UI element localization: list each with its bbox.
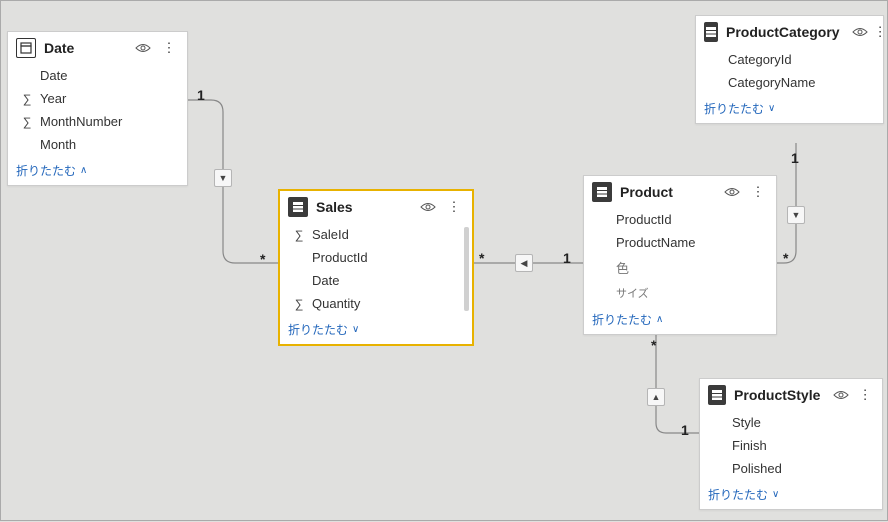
dimension-table-icon: [16, 38, 36, 58]
field-label: Polished: [732, 461, 782, 476]
fact-table-icon: [288, 197, 308, 217]
table-title: Sales: [316, 199, 353, 215]
filter-direction-icon: ▼: [214, 169, 232, 187]
visibility-icon[interactable]: [832, 385, 850, 405]
field-label: CategoryId: [728, 52, 792, 67]
field-label: Year: [40, 91, 66, 106]
visibility-icon[interactable]: [722, 182, 742, 202]
cardinality-label: *: [479, 250, 484, 266]
filter-direction-icon: ◀: [515, 254, 533, 272]
scrollbar[interactable]: [464, 227, 469, 311]
collapse-link[interactable]: 折りたたむ ∨: [696, 96, 883, 123]
field-row[interactable]: ProductId: [284, 248, 468, 267]
field-label: Date: [40, 68, 67, 83]
sigma-icon: ∑: [290, 297, 308, 311]
cardinality-label: 1: [563, 250, 571, 266]
field-row[interactable]: ∑ MonthNumber: [12, 112, 185, 131]
more-icon[interactable]: ⋮: [874, 22, 887, 42]
field-row[interactable]: ProductId: [588, 210, 774, 229]
field-label: Month: [40, 137, 76, 152]
table-card-productcategory[interactable]: ProductCategory ⋮ CategoryId CategoryNam…: [695, 15, 884, 124]
sigma-icon: ∑: [18, 92, 36, 106]
field-label: CategoryName: [728, 75, 815, 90]
sigma-icon: ∑: [18, 115, 36, 129]
collapse-link[interactable]: 折りたたむ ∨: [280, 317, 472, 344]
field-label: ProductName: [616, 235, 695, 250]
more-icon[interactable]: ⋮: [748, 182, 768, 202]
cardinality-label: *: [651, 337, 656, 353]
cardinality-label: 1: [681, 422, 689, 438]
sigma-icon: ∑: [290, 228, 308, 242]
chevron-down-icon: ∨: [352, 324, 359, 335]
collapse-label: 折りたたむ: [592, 311, 652, 328]
field-row[interactable]: Date: [284, 271, 468, 290]
table-card-sales[interactable]: Sales ⋮ ∑ SaleId ProductId Date ∑ Quantity…: [279, 190, 473, 345]
table-card-date[interactable]: Date ⋮ Date ∑ Year ∑ MonthNumber Month 折りた…: [7, 31, 188, 186]
fact-table-icon: [704, 22, 718, 42]
collapse-label: 折りたたむ: [708, 486, 768, 503]
table-title: ProductStyle: [734, 387, 820, 403]
cardinality-label: 1: [791, 150, 799, 166]
field-label: Quantity: [312, 296, 360, 311]
field-row[interactable]: Polished: [704, 459, 880, 478]
cardinality-label: *: [783, 250, 788, 266]
field-row[interactable]: ProductName: [588, 233, 774, 252]
field-row[interactable]: CategoryId: [700, 50, 881, 69]
table-card-productstyle[interactable]: ProductStyle ⋮ Style Finish Polished 折りた…: [699, 378, 883, 510]
table-card-product[interactable]: Product ⋮ ProductId ProductName 色 サイズ 折り…: [583, 175, 777, 335]
collapse-label: 折りたたむ: [288, 321, 348, 338]
field-label: 色: [616, 258, 629, 277]
field-label: SaleId: [312, 227, 349, 242]
field-row[interactable]: Finish: [704, 436, 880, 455]
filter-direction-icon: ▼: [787, 206, 805, 224]
table-title: Date: [44, 40, 74, 56]
visibility-icon[interactable]: [852, 22, 868, 42]
more-icon[interactable]: ⋮: [444, 197, 464, 217]
field-label: ProductId: [616, 212, 672, 227]
field-row[interactable]: Month: [12, 135, 185, 154]
cardinality-label: *: [260, 251, 265, 267]
field-label: ProductId: [312, 250, 368, 265]
field-row[interactable]: ∑ Quantity: [284, 294, 468, 313]
collapse-link[interactable]: 折りたたむ ∨: [700, 482, 882, 509]
collapse-label: 折りたたむ: [704, 100, 764, 117]
field-row[interactable]: 色: [588, 256, 774, 279]
field-row[interactable]: サイズ: [588, 283, 774, 303]
collapse-link[interactable]: 折りたたむ ∧: [8, 158, 187, 185]
field-row[interactable]: Date: [12, 66, 185, 85]
visibility-icon[interactable]: [133, 38, 153, 58]
table-title: Product: [620, 184, 673, 200]
chevron-down-icon: ∨: [772, 489, 779, 500]
filter-direction-icon: ▲: [647, 388, 665, 406]
field-label: Style: [732, 415, 761, 430]
chevron-up-icon: ∧: [656, 314, 663, 325]
collapse-link[interactable]: 折りたたむ ∧: [584, 307, 776, 334]
more-icon[interactable]: ⋮: [159, 38, 179, 58]
table-title: ProductCategory: [726, 24, 840, 40]
cardinality-label: 1: [197, 87, 205, 103]
more-icon[interactable]: ⋮: [856, 385, 874, 405]
visibility-icon[interactable]: [418, 197, 438, 217]
chevron-up-icon: ∧: [80, 165, 87, 176]
field-row[interactable]: ∑ Year: [12, 89, 185, 108]
field-label: MonthNumber: [40, 114, 122, 129]
field-label: Date: [312, 273, 339, 288]
field-row[interactable]: ∑ SaleId: [284, 225, 468, 244]
collapse-label: 折りたたむ: [16, 162, 76, 179]
field-row[interactable]: CategoryName: [700, 73, 881, 92]
field-label: サイズ: [616, 285, 649, 301]
model-diagram-canvas[interactable]: ▼ ◀ ▼ ▲ 1 * 1 * 1 * 1 * Date ⋮ Date ∑ Yea…: [1, 1, 887, 520]
fact-table-icon: [592, 182, 612, 202]
field-label: Finish: [732, 438, 767, 453]
chevron-down-icon: ∨: [768, 103, 775, 114]
field-row[interactable]: Style: [704, 413, 880, 432]
fact-table-icon: [708, 385, 726, 405]
